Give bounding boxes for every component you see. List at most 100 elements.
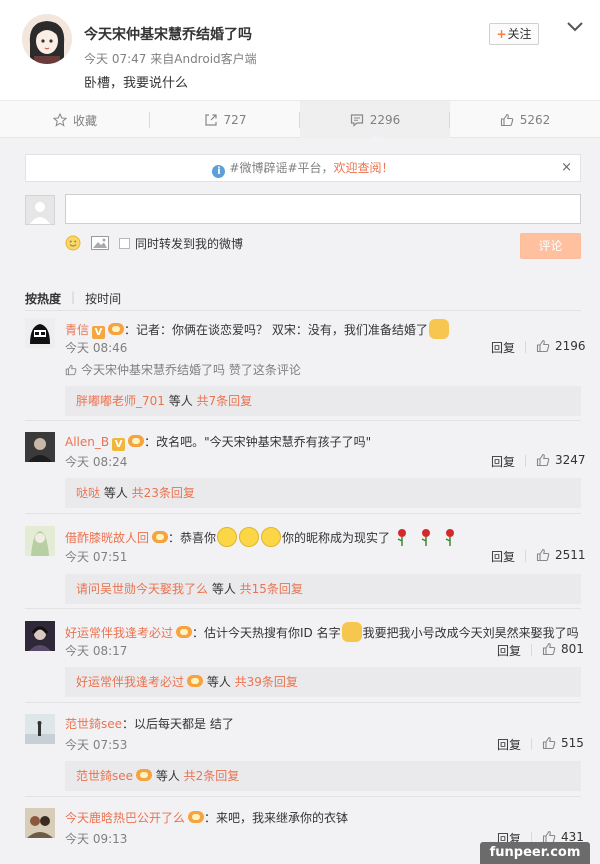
sub-reply-mid: 等人	[203, 675, 235, 689]
comment-tab[interactable]: 2296	[300, 101, 450, 140]
sub-replies[interactable]: 胖嘟嘟老师_701 等人 共7条回复	[65, 386, 581, 416]
verified-icon: V	[92, 326, 106, 339]
sub-reply-count[interactable]: 共23条回复	[132, 486, 195, 500]
member-icon	[188, 811, 205, 823]
sub-reply-count[interactable]: 共39条回复	[235, 675, 298, 689]
sub-reply-author[interactable]: 范世錡see	[76, 769, 133, 783]
cat-emoji-icon	[341, 622, 362, 642]
reply-link[interactable]: 回复	[491, 339, 515, 356]
repost-button[interactable]: 727	[150, 101, 300, 139]
thumbs-up-icon	[536, 339, 550, 353]
liked-by-author-note: 今天宋仲基宋慧乔结婚了吗 赞了这条评论	[65, 361, 301, 378]
commenter-name[interactable]: 借酢膝晄故人回	[65, 531, 149, 545]
follow-button[interactable]: +关注	[489, 23, 539, 45]
sub-replies[interactable]: 请问吴世勋今天娶我了么 等人 共15条回复	[65, 574, 581, 604]
rose-icon	[421, 529, 431, 546]
comment-time: 今天 07:53	[65, 738, 128, 752]
sub-replies[interactable]: 好运常伴我逢考必过 等人 共39条回复	[65, 667, 581, 697]
comment-item: 借酢膝晄故人回 ：恭喜你 你的昵称成为现实了 今天 07:51 回复 2511 请问…	[0, 526, 600, 606]
comment-time: 今天 09:13	[65, 832, 128, 846]
commenter-avatar[interactable]	[25, 318, 55, 348]
reply-link[interactable]: 回复	[491, 548, 515, 565]
divider: |	[71, 290, 76, 304]
sub-reply-mid: 等人	[164, 394, 197, 408]
comment-item: Allen_B V ：改名吧。"今天宋钟基宋慧乔有孩子了吗" 今天 08:24 回复…	[0, 432, 600, 512]
emoji-icon[interactable]	[65, 235, 81, 251]
comment-text: ：恭喜你	[168, 531, 217, 545]
comment-time: 今天 08:46	[65, 341, 128, 355]
commenter-avatar[interactable]	[25, 714, 55, 744]
sub-reply-count[interactable]: 共2条回复	[184, 769, 240, 783]
like-button[interactable]: 5262	[450, 101, 600, 139]
member-icon	[108, 323, 125, 335]
member-icon	[187, 675, 204, 687]
laugh-emoji-icon	[217, 527, 238, 547]
sub-reply-author[interactable]: 哒哒	[76, 486, 100, 500]
commenter-avatar[interactable]	[25, 621, 55, 651]
thumbs-up-icon	[500, 113, 513, 127]
comment-text-tail: 我要把我小号改成今天刘昊然来娶我了吗	[362, 626, 579, 640]
commenter-avatar[interactable]	[25, 432, 55, 462]
comment-item: 范世錡see：以后每天都是 结了 今天 07:53 回复 515 范世錡see …	[0, 714, 600, 794]
sub-reply-mid: 等人	[100, 486, 132, 500]
comment-like-button[interactable]: 515	[542, 736, 584, 750]
thumbs-up-icon	[536, 548, 550, 562]
comment-like-count: 515	[561, 736, 584, 750]
sub-reply-count[interactable]: 共7条回复	[197, 394, 253, 408]
sort-by-hot[interactable]: 按热度	[25, 290, 61, 307]
weibo-post-page: 今天宋仲基宋慧乔结婚了吗 今天 07:47 来自Android客户端 卧槽，我要…	[0, 0, 600, 864]
submit-comment-button[interactable]: 评论	[520, 233, 581, 259]
sub-reply-mid: 等人	[208, 582, 240, 596]
comment-like-button[interactable]: 801	[542, 642, 584, 656]
poster-name[interactable]: 今天宋仲基宋慧乔结婚了吗	[84, 24, 252, 44]
commenter-name[interactable]: Allen_B	[65, 435, 109, 449]
commenter-name[interactable]: 范世錡see	[65, 717, 122, 731]
sub-reply-count[interactable]: 共15条回复	[240, 582, 303, 596]
comment-icon	[350, 114, 363, 127]
notice-welcome[interactable]: 欢迎查阅！	[334, 161, 394, 175]
repost-checkbox[interactable]	[119, 237, 130, 249]
image-icon[interactable]	[91, 236, 109, 250]
comment-like-count: 2196	[555, 339, 586, 353]
sub-replies[interactable]: 哒哒 等人 共23条回复	[65, 478, 581, 508]
divider	[25, 608, 581, 609]
reply-link[interactable]: 回复	[491, 453, 515, 470]
close-icon[interactable]: ×	[561, 155, 572, 181]
reply-link[interactable]: 回复	[497, 642, 521, 659]
comment-like-button[interactable]: 2196	[536, 339, 586, 353]
commenter-name[interactable]: 好运常伴我逢考必过	[65, 626, 173, 640]
plus-icon: +	[496, 27, 507, 41]
comment-like-button[interactable]: 2511	[536, 548, 586, 562]
sub-reply-author[interactable]: 胖嘟嘟老师_701	[76, 394, 165, 408]
sub-reply-author[interactable]: 请问吴世勋今天娶我了么	[76, 582, 208, 596]
comment-like-count: 2511	[555, 548, 586, 562]
commenter-name[interactable]: 青信	[65, 323, 89, 337]
post-source-prefix: 来自	[150, 52, 175, 66]
post-source[interactable]: Android客户端	[174, 52, 256, 66]
reply-link[interactable]: 回复	[497, 736, 521, 753]
liked-note-text: 今天宋仲基宋慧乔结婚了吗 赞了这条评论	[81, 363, 301, 377]
repost-checkbox-label[interactable]: 同时转发到我的微博	[135, 235, 243, 252]
comment-like-button[interactable]: 3247	[536, 453, 586, 467]
comment-line: 今天鹿晗热巴公开了么 ：来吧，我来继承你的衣钵	[65, 809, 348, 826]
watermark: funpeer.com	[480, 842, 590, 864]
notice-text[interactable]: #微博辟谣#平台，	[229, 161, 333, 175]
sub-reply-author[interactable]: 好运常伴我逢考必过	[76, 675, 184, 689]
comment-line: 青信 V ：记者：你俩在谈恋爱吗？ 双宋：没有，我们准备结婚了	[65, 319, 450, 339]
commenter-avatar[interactable]	[25, 526, 55, 556]
like-count: 5262	[519, 113, 551, 127]
sub-replies[interactable]: 范世錡see 等人 共2条回复	[65, 761, 581, 791]
comment-area: i #微博辟谣#平台，欢迎查阅！ × 同时转发到我的微博 评论 按热度 | 按时间…	[0, 138, 600, 864]
comment-input[interactable]	[65, 194, 581, 224]
commenter-name[interactable]: 今天鹿晗热巴公开了么	[65, 811, 185, 825]
chevron-down-icon[interactable]	[566, 20, 584, 34]
post-time[interactable]: 今天 07:47	[84, 52, 146, 66]
thumbs-up-icon	[542, 642, 556, 656]
divider	[25, 420, 581, 421]
post-meta: 今天 07:47 来自Android客户端	[84, 50, 257, 67]
poster-avatar[interactable]	[22, 14, 72, 64]
post-header: 今天宋仲基宋慧乔结婚了吗 今天 07:47 来自Android客户端 卧槽，我要…	[0, 0, 600, 100]
favorite-button[interactable]: 收藏	[0, 101, 150, 139]
sort-by-time[interactable]: 按时间	[85, 290, 121, 307]
commenter-avatar[interactable]	[25, 808, 55, 838]
